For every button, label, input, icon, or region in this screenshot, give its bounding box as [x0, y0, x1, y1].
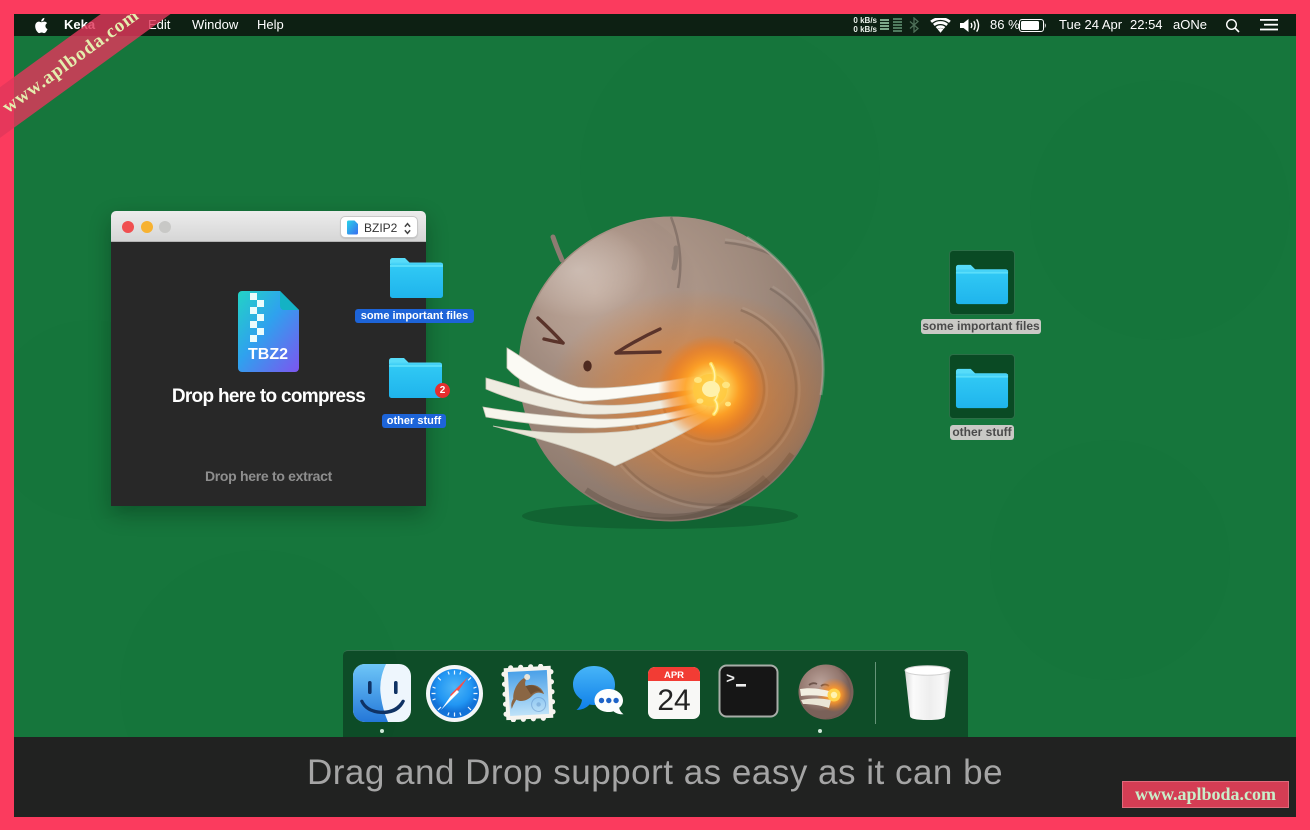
- svg-text:APR: APR: [664, 670, 684, 681]
- svg-text:>: >: [726, 671, 735, 688]
- svg-text:24: 24: [657, 684, 690, 717]
- svg-text:TBZ2: TBZ2: [248, 346, 288, 363]
